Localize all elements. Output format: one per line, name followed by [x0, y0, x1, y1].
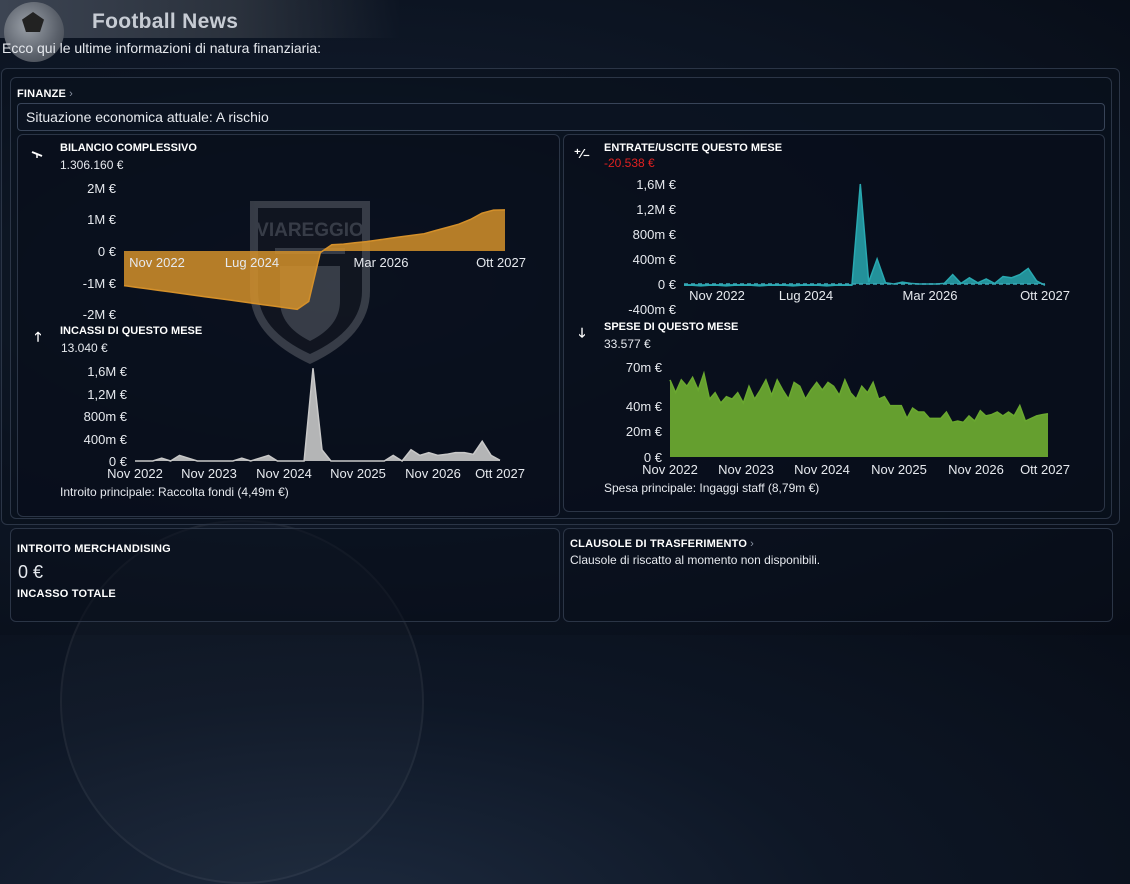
crest-text: VIAREGGIO: [256, 220, 364, 241]
arrow-down-icon: 🡓: [578, 325, 586, 340]
income-main-source: Introito principale: Raccolta fondi (4,4…: [60, 485, 289, 499]
net-value: -20.538 €: [604, 156, 655, 170]
plus-minus-icon: ⁺∕₋: [574, 146, 590, 161]
balance-scale-icon: [30, 147, 44, 161]
balance-chart-title: BILANCIO COMPLESSIVO: [60, 142, 197, 154]
merchandising-value: 0 €: [18, 562, 44, 582]
income-chart-title: INCASSI DI QUESTO MESE: [60, 325, 203, 337]
net-chart-title: ENTRATE/USCITE QUESTO MESE: [604, 142, 783, 154]
intro-text: Ecco qui le ultime informazioni di natur…: [2, 40, 322, 56]
arrow-up-icon: 🡑: [34, 329, 42, 344]
finance-section-label: FINANZE: [17, 88, 67, 100]
chevron-right-icon: ›: [750, 538, 755, 550]
expenses-value: 33.577 €: [604, 337, 651, 351]
expenses-chart-title: SPESE DI QUESTO MESE: [604, 321, 739, 333]
financial-status-text: Situazione economica attuale: A rischio: [26, 109, 269, 125]
total-income-label: INCASSO TOTALE: [17, 588, 116, 600]
transfer-clauses-text: Clausole di riscatto al momento non disp…: [570, 553, 821, 567]
balance-value: 1.306.160 €: [60, 158, 124, 172]
transfer-clauses-title[interactable]: CLAUSOLE DI TRASFERIMENTO ›: [570, 538, 754, 550]
transfer-clauses-label: CLAUSOLE DI TRASFERIMENTO: [570, 538, 748, 550]
page-header: Football News: [0, 0, 400, 62]
balance-scale-glyph: [31, 151, 43, 158]
chevron-right-icon: ›: [69, 88, 73, 100]
expenses-main-item: Spesa principale: Ingaggi staff (8,79m €…: [604, 481, 820, 495]
page-title: Football News: [92, 10, 239, 33]
income-value: 13.040 €: [61, 341, 108, 355]
merchandising-title: INTROITO MERCHANDISING: [17, 543, 171, 555]
status-box: Situazione economica attuale: A rischio: [17, 103, 1105, 131]
finance-section-title[interactable]: FINANZE ›: [17, 88, 73, 100]
club-crest-watermark: VIAREGGIO: [250, 201, 370, 364]
